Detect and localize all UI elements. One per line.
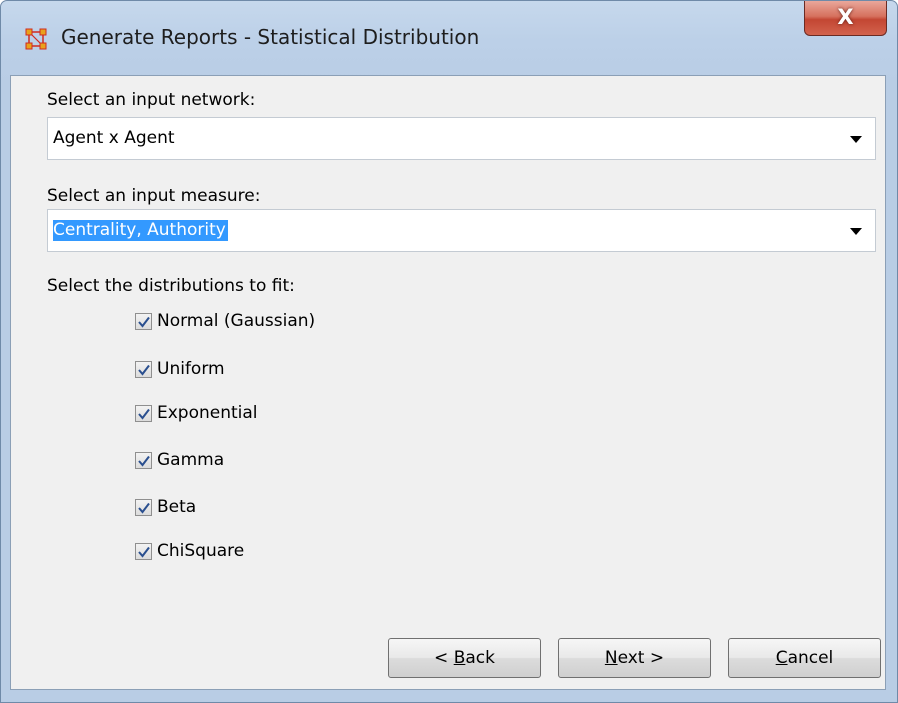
checkbox-checked-icon[interactable] bbox=[135, 361, 152, 378]
network-label: Select an input network: bbox=[47, 90, 256, 110]
dialog-content: Select an input network: Agent x Agent S… bbox=[10, 75, 886, 690]
chevron-down-icon[interactable] bbox=[850, 136, 862, 143]
network-dropdown-value: Agent x Agent bbox=[53, 128, 175, 148]
cancel-button[interactable]: Cancel bbox=[728, 638, 881, 678]
checkbox-checked-icon[interactable] bbox=[135, 499, 152, 516]
measure-dropdown[interactable]: Centrality, Authority bbox=[47, 209, 876, 252]
back-button-rest: ack bbox=[465, 648, 495, 668]
next-button-mnemonic: N bbox=[604, 648, 618, 668]
checkbox-label: ChiSquare bbox=[157, 541, 245, 561]
checkbox-label: Beta bbox=[157, 497, 197, 517]
window-title: Generate Reports - Statistical Distribut… bbox=[61, 25, 480, 49]
distributions-label: Select the distributions to fit: bbox=[47, 276, 295, 296]
next-button-rest: ext > bbox=[617, 648, 665, 668]
cancel-button-mnemonic: C bbox=[775, 648, 788, 668]
app-network-icon bbox=[25, 28, 47, 50]
title-bar[interactable]: Generate Reports - Statistical Distribut… bbox=[1, 1, 897, 79]
checkbox-label: Uniform bbox=[157, 359, 225, 379]
chevron-down-icon[interactable] bbox=[850, 228, 862, 235]
checkbox-label: Gamma bbox=[157, 450, 225, 470]
back-button[interactable]: < Back bbox=[388, 638, 541, 678]
measure-dropdown-value: Centrality, Authority bbox=[53, 220, 228, 241]
checkbox-label: Normal (Gaussian) bbox=[157, 311, 316, 331]
next-button[interactable]: Next > bbox=[558, 638, 711, 678]
back-button-prefix: < bbox=[434, 648, 454, 668]
measure-label: Select an input measure: bbox=[47, 186, 261, 206]
back-button-mnemonic: B bbox=[453, 648, 466, 668]
checkbox-checked-icon[interactable] bbox=[135, 313, 152, 330]
network-dropdown[interactable]: Agent x Agent bbox=[47, 117, 876, 160]
checkbox-label: Exponential bbox=[157, 403, 258, 423]
close-button[interactable]: X bbox=[804, 1, 887, 36]
checkbox-checked-icon[interactable] bbox=[135, 543, 152, 560]
cancel-button-rest: ancel bbox=[787, 648, 834, 668]
close-icon: X bbox=[837, 5, 854, 29]
checkbox-checked-icon[interactable] bbox=[135, 452, 152, 469]
checkbox-checked-icon[interactable] bbox=[135, 405, 152, 422]
dialog-window: Generate Reports - Statistical Distribut… bbox=[0, 0, 898, 703]
